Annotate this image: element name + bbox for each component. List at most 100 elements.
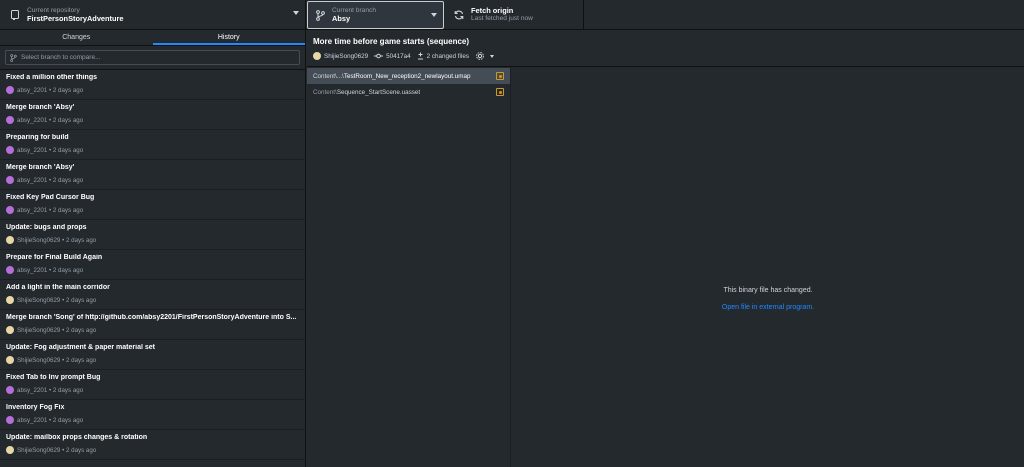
- open-external-link[interactable]: Open file in external program.: [722, 304, 814, 311]
- file-item[interactable]: Content\...\TestRoom_New_reception2_newl…: [307, 68, 510, 84]
- repository-selector[interactable]: Current repository FirstPersonStoryAdven…: [0, 0, 306, 30]
- avatar: [313, 52, 321, 60]
- avatar: [6, 326, 14, 334]
- commit-item-author: ShijieSong0629: [17, 446, 61, 454]
- commit-item-time: 2 days ago: [52, 146, 84, 154]
- commit-item-title: Preparing for build: [6, 134, 69, 141]
- avatar: [6, 266, 14, 274]
- diff-view: This binary file has changed. Open file …: [512, 68, 1024, 467]
- commit-item-meta: absy_2201 • 2 days ago: [6, 416, 299, 424]
- file-name: TestRoom_New_reception2_newlayout.umap: [343, 72, 471, 80]
- commit-item-time: 2 days ago: [65, 296, 97, 304]
- avatar: [6, 176, 14, 184]
- branch-name: Absy: [332, 13, 351, 23]
- commit-list-item[interactable]: Fixed a million other things absy_2201 • …: [0, 70, 305, 100]
- commit-list-item[interactable]: Merge branch 'Song' of http://github.com…: [0, 310, 305, 340]
- avatar: [6, 446, 14, 454]
- commit-item-title: Fixed Tab to Inv prompt Bug: [6, 374, 101, 381]
- fetch-status: Last fetched just now: [471, 15, 533, 23]
- commit-list-item[interactable]: Fixed Key Pad Cursor Bug absy_2201 • 2 da…: [0, 190, 305, 220]
- avatar: [6, 86, 14, 94]
- commit-item-author: ShijieSong0629: [17, 236, 61, 244]
- commit-item-meta: absy_2201 • 2 days ago: [6, 116, 299, 124]
- commit-item-author: absy_2201: [17, 266, 48, 274]
- commit-item-title: Prepare for Final Build Again: [6, 254, 103, 261]
- branch-selector[interactable]: Current branch Absy: [307, 1, 444, 29]
- avatar: [6, 416, 14, 424]
- commit-item-meta: ShijieSong0629 • 2 days ago: [6, 236, 299, 244]
- commit-item-title: Update: Fog adjustment & paper material …: [6, 344, 155, 351]
- repo-name: FirstPersonStoryAdventure: [27, 13, 124, 23]
- commit-item-author: absy_2201: [17, 416, 48, 424]
- commit-item-author: absy_2201: [17, 176, 48, 184]
- commit-list-item[interactable]: Inventory Fog Fix absy_2201 • 2 days ago: [0, 400, 305, 430]
- gear-icon: [476, 52, 484, 60]
- commit-list-item[interactable]: Update: mailbox props changes & rotation…: [0, 430, 305, 460]
- binary-file-message: This binary file has changed.: [723, 287, 813, 294]
- commit-item-time: 2 days ago: [65, 356, 97, 364]
- avatar: [6, 236, 14, 244]
- tab-history[interactable]: History: [152, 30, 305, 45]
- commit-icon: [374, 53, 384, 59]
- avatar: [6, 206, 14, 214]
- modified-icon: [496, 88, 504, 96]
- commit-item-title: Update: mailbox props changes & rotation: [6, 434, 148, 441]
- file-item[interactable]: Content\Sequence_StartScene.uasset: [307, 84, 510, 100]
- chevron-down-icon: [490, 54, 495, 58]
- commit-item-meta: ShijieSong0629 • 2 days ago: [6, 296, 299, 304]
- chevron-down-icon: [431, 13, 437, 17]
- sync-icon: [452, 10, 466, 20]
- commit-item-author: absy_2201: [17, 86, 48, 94]
- commit-list-item[interactable]: Merge branch 'Absy' absy_2201 • 2 days ag…: [0, 160, 305, 190]
- changed-files-text: 2 changed files: [426, 52, 470, 60]
- commit-meta: ShijieSong0629 50417a4 2 changed files: [313, 51, 1018, 61]
- commit-item-meta: ShijieSong0629 • 2 days ago: [6, 356, 299, 364]
- commit-sha-text: 50417a4: [386, 52, 411, 60]
- commit-list-item[interactable]: Merge branch 'Absy' absy_2201 • 2 days ag…: [0, 100, 305, 130]
- tab-changes[interactable]: Changes: [0, 30, 153, 45]
- branch-icon: [313, 9, 327, 21]
- commit-item-time: 2 days ago: [52, 176, 84, 184]
- commit-list-item[interactable]: Prepare for Final Build Again absy_2201 •…: [0, 250, 305, 280]
- settings-menu-button[interactable]: [475, 51, 495, 61]
- changed-files-count: 2 changed files: [417, 52, 469, 60]
- avatar: [6, 296, 14, 304]
- commit-list-item[interactable]: Update: bugs and props ShijieSong0629 • 2…: [0, 220, 305, 250]
- commit-item-meta: absy_2201 • 2 days ago: [6, 176, 299, 184]
- commit-item-title: Update: bugs and props: [6, 224, 87, 231]
- avatar: [6, 356, 14, 364]
- commit-item-meta: ShijieSong0629 • 2 days ago: [6, 326, 299, 334]
- repo-icon: [8, 10, 22, 20]
- commit-summary: More time before game starts (sequence) …: [307, 30, 1024, 67]
- commit-list-item[interactable]: Add a light in the main corridor ShijieSo…: [0, 280, 305, 310]
- file-dir: Content\: [313, 88, 337, 96]
- avatar: [6, 386, 14, 394]
- diff-icon: [417, 52, 423, 60]
- commit-list-item[interactable]: Update: Fog adjustment & paper material …: [0, 340, 305, 370]
- commit-author-name: ShijieSong0629: [324, 52, 369, 60]
- commit-item-time: 2 days ago: [52, 86, 84, 94]
- commit-author: ShijieSong0629: [313, 52, 368, 60]
- commit-item-time: 2 days ago: [65, 236, 97, 244]
- commit-item-meta: absy_2201 • 2 days ago: [6, 146, 299, 154]
- file-name: Sequence_StartScene.uasset: [336, 88, 421, 96]
- commit-item-author: absy_2201: [17, 386, 48, 394]
- fetch-origin-button[interactable]: Fetch origin Last fetched just now: [444, 0, 584, 30]
- file-dir: Content\...\: [313, 72, 344, 80]
- avatar: [6, 116, 14, 124]
- commit-item-meta: absy_2201 • 2 days ago: [6, 206, 299, 214]
- commit-list-item[interactable]: Preparing for build absy_2201 • 2 days ag…: [0, 130, 305, 160]
- commit-item-title: Merge branch 'Absy': [6, 164, 75, 171]
- commit-item-time: 2 days ago: [52, 266, 84, 274]
- compare-box[interactable]: [5, 50, 300, 65]
- commit-list: Fixed a million other things absy_2201 • …: [0, 70, 305, 460]
- compare-branch-input[interactable]: [21, 54, 299, 61]
- commit-item-meta: absy_2201 • 2 days ago: [6, 86, 299, 94]
- commit-list-item[interactable]: Fixed Tab to Inv prompt Bug absy_2201 • 2…: [0, 370, 305, 400]
- commit-sha[interactable]: 50417a4: [374, 53, 411, 60]
- commit-item-title: Fixed Key Pad Cursor Bug: [6, 194, 95, 201]
- toolbar: Current repository FirstPersonStoryAdven…: [0, 0, 1024, 30]
- commit-item-author: absy_2201: [17, 116, 48, 124]
- commit-item-meta: ShijieSong0629 • 2 days ago: [6, 446, 299, 454]
- avatar: [6, 146, 14, 154]
